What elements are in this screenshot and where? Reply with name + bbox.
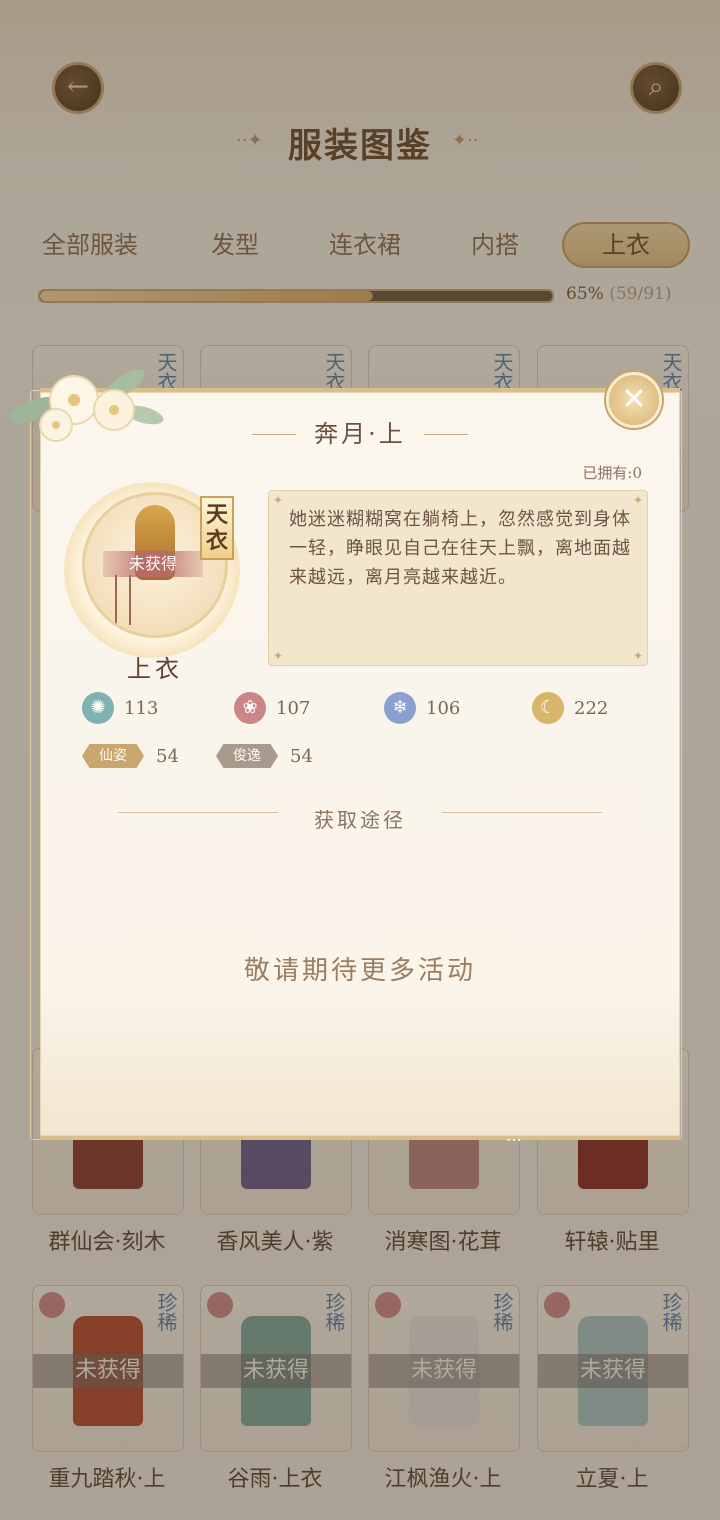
rarity-tag: 天衣	[200, 496, 234, 560]
lotus-icon: ❀	[234, 692, 266, 724]
tassel	[129, 575, 131, 625]
close-button[interactable]: ✕	[606, 372, 662, 428]
acquire-placeholder: 敬请期待更多活动	[243, 956, 476, 986]
trait-badge: 俊逸	[216, 744, 278, 768]
corner-ornament-icon: ✦	[632, 649, 643, 663]
more-indicator: …	[506, 1126, 522, 1145]
corner-ornament-icon: ✦	[273, 493, 284, 507]
close-icon: ✕	[621, 382, 647, 417]
trait-value: 54	[290, 746, 313, 767]
acquire-section-title: 获取途径	[314, 808, 406, 832]
tassel	[115, 575, 117, 625]
moon-icon: ☾	[532, 692, 564, 724]
swirl-icon: ✺	[82, 692, 114, 724]
stat-value: 107	[276, 698, 311, 719]
item-description: 她迷迷糊糊窝在躺椅上，忽然感觉到身体一轻，睁眼见自己在往天上飘，离地面越来越远，…	[289, 509, 631, 588]
title-divider	[424, 434, 468, 435]
corner-ornament-icon: ✦	[273, 649, 284, 663]
flower-decoration	[9, 369, 164, 442]
corner-ornament-icon: ✦	[632, 493, 643, 507]
stat-value: 222	[574, 698, 609, 719]
stat-value: 113	[124, 698, 159, 719]
owned-count: 已拥有:0	[582, 464, 642, 482]
item-detail-modal: 奔月·上 已拥有:0 未获得 天衣 上衣 ✦ ✦ ✦ ✦ 她迷迷糊糊窝在躺椅上，…	[40, 388, 680, 1140]
item-type: 上衣	[127, 655, 183, 683]
description-box: ✦ ✦ ✦ ✦ 她迷迷糊糊窝在躺椅上，忽然感觉到身体一轻，睁眼见自己在往天上飘，…	[268, 490, 648, 666]
snowflake-icon: ❄	[384, 692, 416, 724]
trait-value: 54	[156, 746, 179, 767]
not-owned-ribbon: 未获得	[103, 551, 203, 577]
rarity-label: 天衣	[205, 502, 228, 554]
trait-badge: 仙姿	[82, 744, 144, 768]
section-divider	[442, 812, 602, 813]
stat-value: 106	[426, 698, 461, 719]
